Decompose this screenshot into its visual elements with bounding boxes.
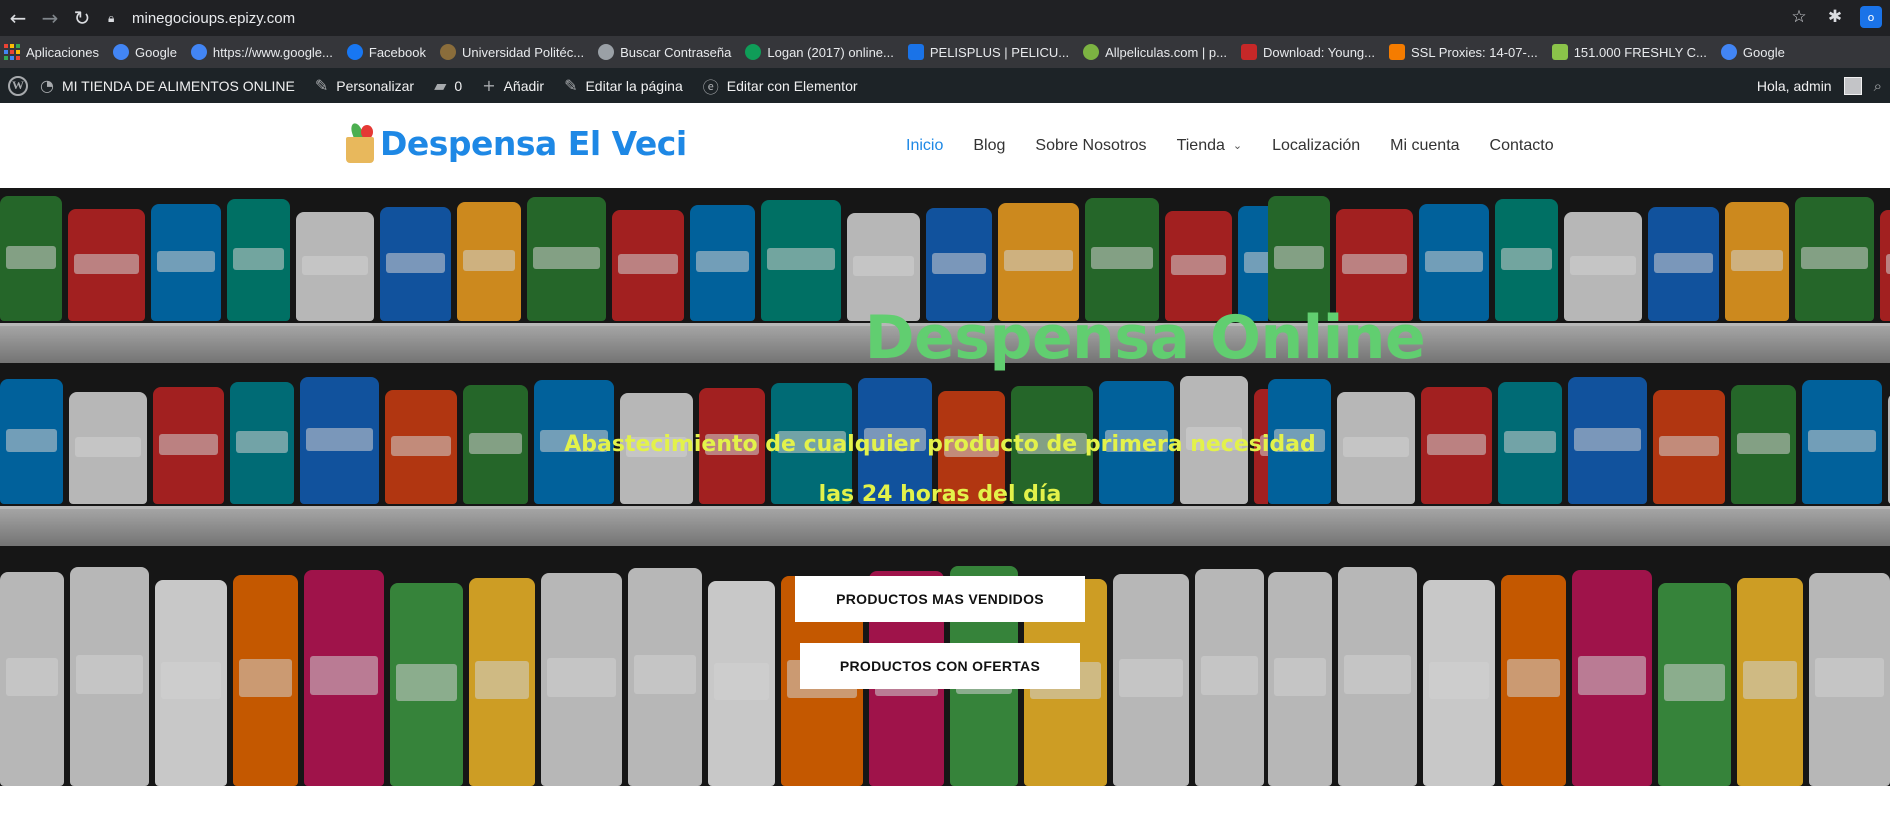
url-text: minegocioups.epizy.com [132, 9, 296, 27]
nav-item-label: Sobre Nosotros [1035, 136, 1147, 154]
extensions-puzzle-icon[interactable]: ✱ [1824, 6, 1846, 28]
facebook-icon [346, 44, 363, 60]
nav-item-label: Localización [1272, 136, 1361, 154]
brush-icon: ✎ [314, 76, 329, 95]
add-new-link[interactable]: + Añadir [482, 76, 544, 95]
blogger-icon [1389, 44, 1405, 60]
wordpress-logo-icon[interactable]: W [8, 75, 28, 96]
nav-item-label: Blog [973, 136, 1006, 154]
google-icon [1720, 44, 1737, 60]
main-navigation: Inicio Blog Sobre Nosotros Tienda ⌄ Localizac… [906, 103, 1584, 188]
bookmark-label: Google [1742, 44, 1785, 60]
bookmark-item[interactable]: 151.000 FRESHLY C... [1551, 44, 1707, 60]
edit-elementor-link[interactable]: ⓔ Editar con Elementor [703, 74, 858, 98]
bookmark-item[interactable]: Download: Young... [1240, 44, 1375, 60]
back-arrow-icon[interactable]: ← [4, 4, 32, 32]
comment-bubble-icon: ▰ [434, 76, 447, 95]
bookmark-label: https://www.google... [212, 44, 333, 60]
google-icon [190, 44, 207, 60]
bookmark-item[interactable]: Aplicaciones [4, 44, 99, 60]
best-sellers-button[interactable]: PRODUCTOS MAS VENDIDOS [795, 576, 1085, 622]
bookmark-item[interactable]: PELISPLUS | PELICU... [907, 44, 1070, 60]
pencil-icon: ✎ [564, 76, 578, 95]
bookmark-label: Allpeliculas.com | p... [1105, 44, 1227, 60]
hero-section: Despensa Online Abastecimiento de cualqu… [0, 188, 1890, 786]
site-title: Despensa El Veci [380, 123, 687, 163]
browser-toolbar: ← → ↻ 🔒︎ minegocioups.epizy.com ☆ ✱ o [0, 0, 1890, 36]
bookmark-label: Download: Young... [1262, 44, 1375, 60]
nav-item-label: Tienda [1176, 136, 1225, 154]
c-logo-icon [745, 44, 762, 60]
address-bar[interactable]: 🔒︎ minegocioups.epizy.com [96, 4, 1796, 32]
lock-icon: 🔒︎ [108, 11, 115, 25]
admin-site-name[interactable]: ◔ MI TIENDA DE ALIMENTOS ONLINE [40, 76, 295, 95]
bookmark-item[interactable]: Logan (2017) online... [745, 44, 894, 60]
bookmark-item[interactable]: Google [1720, 44, 1785, 60]
hero-subtitle: Abastecimiento de cualquier producto de … [564, 432, 1316, 507]
offers-button[interactable]: PRODUCTOS CON OFERTAS [800, 643, 1080, 689]
site-header: Despensa El Veci Inicio Blog Sobre Nosotro… [0, 103, 1890, 188]
site-brand[interactable]: Despensa El Veci [344, 121, 687, 165]
plus-icon: + [482, 76, 496, 95]
customize-link[interactable]: ✎ Personalizar [315, 76, 414, 95]
edit-page-link[interactable]: ✎ Editar la página [564, 76, 683, 95]
comments-link[interactable]: ▰ 0 [434, 76, 462, 95]
admin-greeting[interactable]: Hola, admin [1757, 78, 1832, 94]
dashboard-gauge-icon: ◔ [40, 76, 54, 95]
nav-item-0[interactable]: Inicio [906, 137, 943, 155]
university-icon [439, 44, 456, 60]
wp-admin-bar: W ◔ MI TIENDA DE ALIMENTOS ONLINE ✎ Pers… [0, 68, 1890, 103]
search-icon[interactable]: ⌕ [1874, 77, 1882, 95]
globe-icon [598, 44, 615, 60]
bookmark-item[interactable]: Universidad Politéc... [439, 44, 585, 60]
grocery-bag-logo-icon [344, 121, 378, 165]
bookmark-label: Universidad Politéc... [461, 44, 585, 60]
bookmark-item[interactable]: Google [113, 44, 177, 60]
bookmark-label: SSL Proxies: 14-07-... [1411, 44, 1538, 60]
forward-arrow-icon[interactable]: → [36, 4, 64, 32]
nav-item-5[interactable]: Mi cuenta [1390, 137, 1459, 155]
nav-item-label: Mi cuenta [1390, 136, 1460, 154]
bookmark-label: 151.000 FRESHLY C... [1573, 44, 1707, 60]
bookmark-label: Google [135, 44, 177, 60]
apps-grid-icon [4, 44, 20, 60]
chevron-down-icon: ⌄ [1232, 139, 1243, 152]
google-icon [113, 44, 129, 60]
bookmark-label: Logan (2017) online... [767, 44, 894, 60]
hero-title: Despensa Online [864, 303, 1426, 373]
bookmark-item[interactable]: SSL Proxies: 14-07-... [1389, 44, 1538, 60]
page-content-area [0, 786, 1890, 835]
bookmark-item[interactable]: Buscar Contraseña [598, 44, 731, 60]
bookmark-label: Facebook [368, 44, 426, 60]
nav-item-4[interactable]: Localización [1272, 137, 1360, 155]
nav-item-label: Inicio [906, 136, 944, 154]
elementor-icon: ⓔ [702, 77, 719, 97]
bookmark-item[interactable]: Allpeliculas.com | p... [1083, 44, 1227, 60]
bookmarks-bar: Aplicaciones Google https://www.google... F… [0, 36, 1890, 68]
bookmark-label: Aplicaciones [26, 44, 99, 60]
bookmark-star-icon[interactable]: ☆ [1788, 6, 1810, 28]
reload-icon[interactable]: ↻ [68, 4, 96, 32]
avatar[interactable] [1843, 76, 1862, 95]
nav-item-label: Contacto [1489, 136, 1554, 154]
nav-item-1[interactable]: Blog [973, 137, 1005, 155]
nav-item-2[interactable]: Sobre Nosotros [1035, 137, 1146, 155]
freshly-icon [1551, 44, 1568, 60]
bookmark-label: Buscar Contraseña [620, 44, 732, 60]
pelisplus-icon [907, 44, 924, 60]
bookmark-item[interactable]: Facebook [346, 44, 426, 60]
profile-badge-icon[interactable]: o [1860, 6, 1882, 28]
nav-item-6[interactable]: Contacto [1490, 137, 1554, 155]
nav-item-3[interactable]: Tienda ⌄ [1177, 137, 1243, 155]
bookmark-item[interactable]: https://www.google... [190, 44, 333, 60]
download-site-icon [1240, 44, 1257, 60]
allpeliculas-icon [1083, 44, 1100, 60]
bookmark-label: PELISPLUS | PELICU... [929, 44, 1070, 60]
